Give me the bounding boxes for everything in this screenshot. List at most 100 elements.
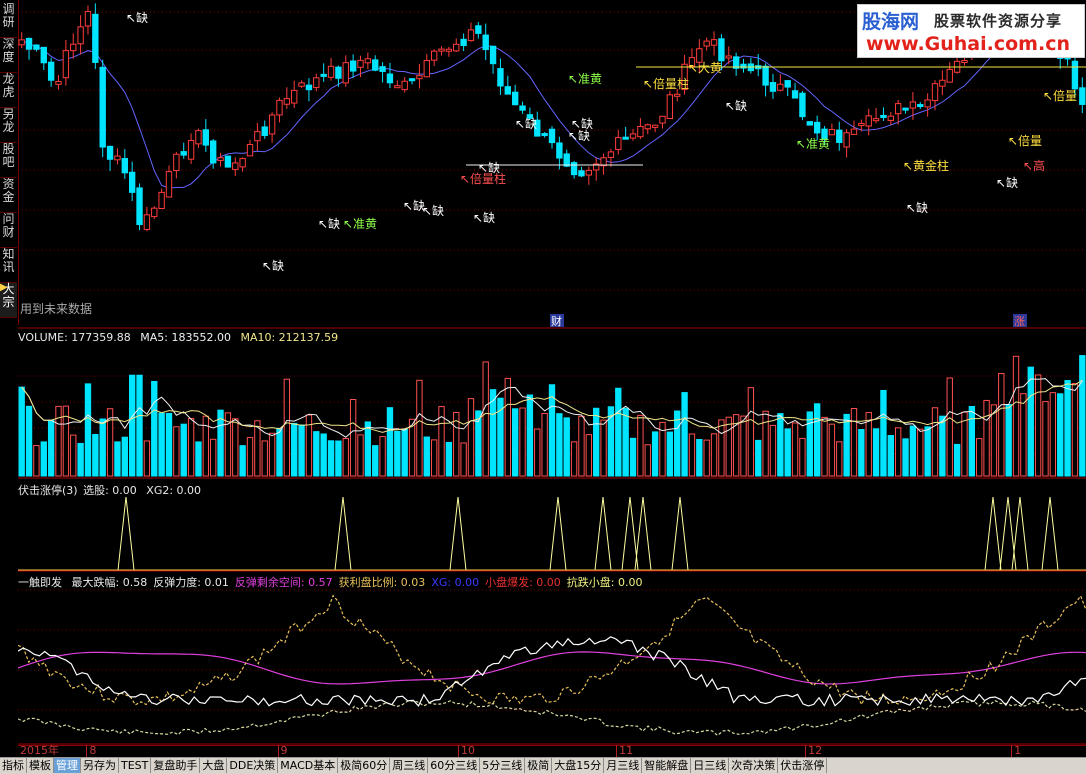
watermark-brand: 股海网: [862, 11, 920, 33]
bottom-tab-2[interactable]: 管理: [54, 758, 81, 773]
signal-label-15: ↖缺: [725, 98, 747, 113]
candle-body: [18, 39, 25, 46]
signal-label-22: ↖倍量: [1043, 88, 1077, 103]
volume-bar: [850, 407, 858, 477]
bottom-tab-12[interactable]: 5分三线: [480, 758, 526, 773]
bottom-tab-19[interactable]: 伏击涨停: [778, 758, 828, 773]
candle-body: [710, 39, 718, 46]
candle-body: [563, 153, 570, 167]
candle-body: [128, 171, 136, 193]
candle-body: [165, 171, 173, 198]
bottom-tab-15[interactable]: 月三线: [604, 758, 643, 773]
watermark-logo: 股海网 股票软件资源分享 www.Guhai.com.cn: [857, 4, 1085, 58]
bottom-tab-10[interactable]: 周三线: [390, 758, 429, 773]
sidebar-tab-2[interactable]: 龙虎: [0, 73, 17, 108]
volume-bar: [983, 399, 990, 477]
volume-bar: [489, 389, 497, 477]
volume-bar: [813, 403, 821, 477]
candle-body: [246, 143, 254, 157]
sidebar-tab-1[interactable]: 深度: [0, 38, 17, 73]
sidebar-tab-4[interactable]: 股吧: [0, 143, 17, 178]
bottom-tab-4[interactable]: TEST: [119, 758, 152, 773]
signal-spike-1: [334, 496, 352, 571]
bottom-tab-13[interactable]: 极简: [525, 758, 553, 773]
volume-bar: [1079, 355, 1086, 477]
bottom-tab-6[interactable]: 大盘: [200, 758, 228, 773]
signal-label-21: ↖高: [1023, 158, 1045, 173]
candle-body: [718, 38, 725, 62]
bottom-tab-0[interactable]: 指标: [0, 758, 27, 773]
signal-label-17: ↖黄金柱: [903, 158, 949, 173]
volume-bar: [1042, 401, 1049, 477]
candle-body: [379, 66, 386, 72]
bottom-tab-11[interactable]: 60分三线: [428, 758, 481, 773]
volume-bar: [511, 408, 519, 477]
candle-body: [55, 80, 62, 85]
candle-body: [548, 128, 556, 144]
volume-header: VOLUME: 177359.88 MA5: 183552.00 MA10: 2…: [18, 331, 344, 344]
indicator-magenta-line: [17, 651, 1086, 685]
candle-body: [84, 10, 92, 27]
volume-bar: [747, 387, 755, 477]
sidebar-tab-6[interactable]: 问财: [0, 213, 17, 248]
bottom-tab-5[interactable]: 复盘助手: [151, 758, 201, 773]
candle-body: [931, 83, 939, 102]
signal-label-0: ↖缺: [126, 10, 148, 25]
chart-area[interactable]: ↖缺 ↖缺 ↖准黄 ↖缺 ↖缺 ↖缺 ↖倍量柱 ↖缺 ↖缺 ↖缺 ↖准黄 ↖缺 ↖缺 ↖倍量柱 ↖大黄 ↖缺 ↖…: [17, 0, 1086, 745]
sidebar-tab-5[interactable]: 资金: [0, 178, 17, 213]
stock-chart-svg[interactable]: ↖缺↖缺 ↖准黄↖缺↖缺↖缺↖倍量柱↖缺↖缺↖缺↖准黄↖缺↖缺↖倍量柱↖大黄↖缺↖…: [17, 0, 1086, 745]
volume-value: VOLUME: 177359.88: [18, 331, 131, 344]
volume-bar: [445, 441, 453, 477]
future-data-note: 用到未来数据: [20, 301, 92, 316]
date-label-1: 8: [86, 745, 96, 757]
volume-bar: [416, 379, 423, 477]
bottom-tab-1[interactable]: 模板: [27, 758, 54, 773]
candle-body: [357, 59, 364, 68]
candle-body: [40, 46, 47, 64]
bottom-tab-18[interactable]: 次奇决策: [729, 758, 779, 773]
volume-bar: [121, 436, 128, 477]
signal-spike-0: [117, 496, 135, 571]
sidebar-tab-3[interactable]: 另龙: [0, 108, 17, 143]
candle-body: [239, 158, 246, 168]
volume-bar: [1034, 374, 1042, 477]
volume-bar: [423, 436, 430, 477]
bottom-tab-7[interactable]: DDE决策: [227, 758, 279, 773]
candle-body: [865, 115, 872, 127]
volume-bar: [504, 377, 511, 477]
volume-bar: [799, 437, 806, 477]
volume-bar: [541, 412, 548, 477]
volume-bar: [637, 414, 644, 477]
candle-body: [92, 13, 99, 63]
volume-bar: [261, 440, 268, 477]
bottom-tab-3[interactable]: 另存为: [81, 758, 119, 773]
volume-bar: [386, 407, 394, 477]
signal-label-18: ↖缺: [906, 200, 928, 215]
candle-body: [335, 66, 342, 79]
volume-bar: [526, 394, 534, 477]
indicator-field-4: XG: 0.00: [431, 576, 480, 589]
candle-body: [106, 145, 114, 160]
bottom-tab-9[interactable]: 极简60分: [338, 758, 391, 773]
volume-bar: [563, 417, 570, 477]
candle-body: [644, 124, 651, 130]
bottom-tab-17[interactable]: 日三线: [691, 758, 730, 773]
volume-bar: [401, 428, 408, 477]
signal-label-7: ↖缺: [473, 210, 495, 225]
candle-body: [519, 105, 526, 111]
candle-body: [762, 65, 769, 86]
volume-bar: [335, 440, 342, 477]
bottom-tab-8[interactable]: MACD基本: [278, 758, 339, 773]
bottom-tab-14[interactable]: 大盘15分: [552, 758, 605, 773]
sidebar-tab-0[interactable]: 调研: [0, 3, 17, 38]
date-label-2: 9: [277, 745, 288, 757]
candle-body: [511, 91, 519, 106]
volume-bar: [622, 407, 629, 477]
volume-bar: [843, 413, 850, 477]
volume-bar: [313, 431, 320, 477]
volume-bar: [291, 422, 298, 477]
bottom-tab-16[interactable]: 智能解盘: [642, 758, 692, 773]
candle-body: [784, 80, 791, 88]
sidebar-tab-7[interactable]: 知讯: [0, 248, 17, 283]
date-label-4: 11: [616, 745, 633, 757]
